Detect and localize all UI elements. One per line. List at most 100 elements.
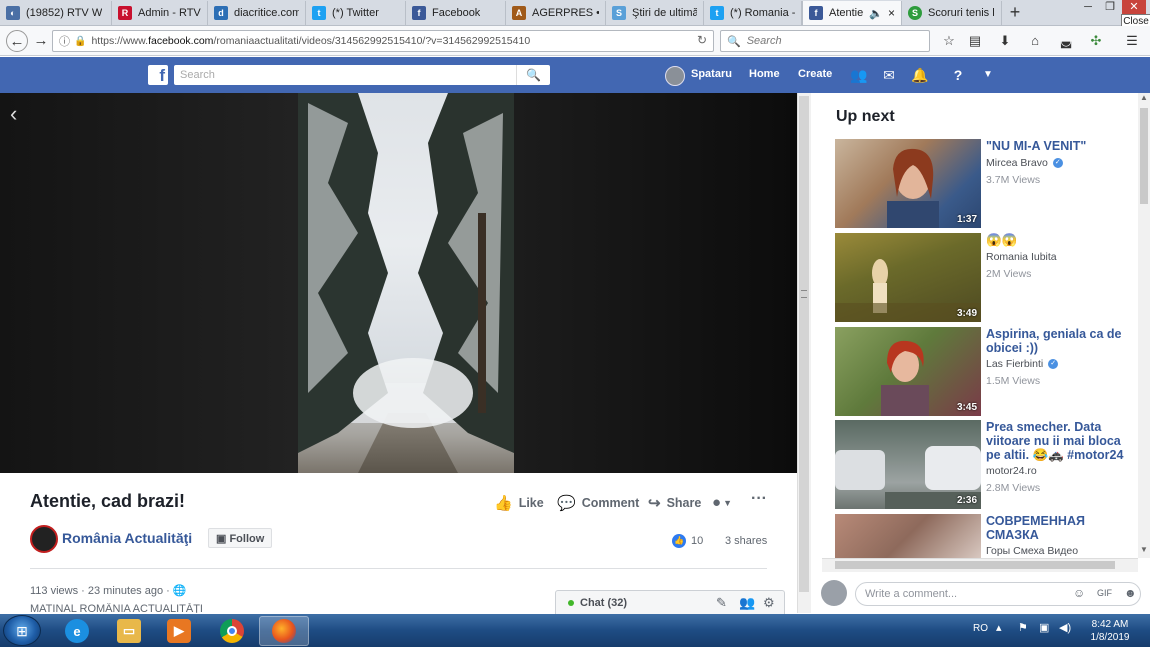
url-bar[interactable]: ⓘ 🔒 https://www.facebook.com/romaniaactu… xyxy=(52,30,714,52)
close-tab-icon[interactable]: × xyxy=(888,6,895,20)
tab-twitter-romania[interactable]: t (*) Romania - xyxy=(704,1,802,25)
monitor-icon[interactable]: ▣ xyxy=(1039,621,1049,634)
video-player[interactable]: ‹ xyxy=(0,93,797,473)
scroll-down-icon[interactable]: ▼ xyxy=(1140,545,1148,554)
tab-atentie-active[interactable]: f Atentie 🔈 × xyxy=(802,1,902,25)
speaker-icon[interactable]: 🔈 xyxy=(869,7,883,20)
up-next-item[interactable]: 1:37 "NU MI-A VENIT" Mircea Bravo ✓ 3.7M … xyxy=(835,139,1130,228)
tab-facebook[interactable]: f Facebook xyxy=(406,1,506,25)
chevron-down-icon[interactable]: ▼ xyxy=(978,66,998,84)
messenger-icon[interactable]: ✉ xyxy=(879,66,899,84)
facebook-logo[interactable]: f xyxy=(148,65,168,85)
internet-explorer-icon[interactable]: e xyxy=(52,616,102,646)
video-title-link[interactable]: Aspirina, geniala ca de obicei :)) xyxy=(986,327,1126,355)
video-frame[interactable] xyxy=(298,93,514,473)
menu-icon[interactable]: ☰ xyxy=(1122,32,1142,50)
media-player-icon[interactable]: ▶ xyxy=(154,616,204,646)
chrome-icon[interactable] xyxy=(207,616,257,646)
new-tab-button[interactable]: + xyxy=(1006,2,1024,22)
post-as-selector[interactable]: ● ▼ xyxy=(712,494,732,511)
home-icon[interactable]: ⌂ xyxy=(1025,32,1045,50)
firefox-icon[interactable] xyxy=(259,616,309,646)
video-author[interactable]: Las Fierbinti ✓ xyxy=(986,358,1059,370)
video-thumbnail[interactable]: 1:37 xyxy=(835,139,981,228)
tab-agerpres[interactable]: A AGERPRES • A xyxy=(506,1,606,25)
tab-diacritice[interactable]: d diacritice.com xyxy=(208,1,306,25)
up-next-item[interactable]: 3:49 😱😱 Romania Iubita 2M Views xyxy=(835,233,1130,322)
emoji-icon[interactable]: ☺ xyxy=(1073,586,1085,600)
home-link[interactable]: Home xyxy=(749,68,780,80)
more-options-icon[interactable]: ··· xyxy=(751,490,767,508)
volume-icon[interactable]: ◀) xyxy=(1059,621,1071,634)
up-next-item[interactable]: 2:36 Prea smecher. Data viitoare nu ii m… xyxy=(835,420,1130,509)
scrollbar-thumb[interactable] xyxy=(799,96,809,592)
forward-icon[interactable]: → xyxy=(30,30,52,52)
news-icon: S xyxy=(612,6,626,20)
tab-stiri[interactable]: S Ştiri de ultimă xyxy=(606,1,704,25)
minimize-icon[interactable]: ─ xyxy=(1076,0,1100,16)
maximize-icon[interactable]: ❐ xyxy=(1098,0,1122,16)
back-icon[interactable]: ← xyxy=(6,30,28,52)
like-button[interactable]: 👍 Like xyxy=(494,494,544,512)
settings-icon[interactable]: ⚙ xyxy=(763,595,775,611)
share-button[interactable]: ↪ Share xyxy=(648,494,701,512)
video-title-link[interactable]: Prea smecher. Data viitoare nu ii mai bl… xyxy=(986,420,1126,462)
pocket-icon[interactable]: ◛ xyxy=(1056,32,1076,50)
video-author[interactable]: motor24.ro xyxy=(986,465,1037,477)
page-avatar[interactable] xyxy=(30,525,58,553)
flag-icon[interactable]: ⚑ xyxy=(1018,621,1028,634)
up-next-item[interactable]: СОВРЕМЕННАЯ СМАЗКА Горы Смеха Видео xyxy=(835,514,1130,558)
scroll-up-icon[interactable]: ▲ xyxy=(1140,93,1148,102)
info-icon[interactable]: ⓘ xyxy=(59,33,70,49)
chevron-left-icon[interactable]: ‹ xyxy=(10,101,17,127)
tab-rtv[interactable]: ◐ (19852) RTV W xyxy=(0,1,112,25)
fb-search-input[interactable]: Search xyxy=(174,65,550,85)
help-icon[interactable]: ? xyxy=(948,66,968,84)
extension-icon[interactable]: ✣ xyxy=(1086,32,1106,50)
chat-bar[interactable]: Chat (32) ✎ 👥 ⚙ xyxy=(555,590,785,615)
shares-count[interactable]: 3 shares xyxy=(725,535,767,547)
reload-icon[interactable]: ↻ xyxy=(697,33,707,47)
up-next-item[interactable]: 3:45 Aspirina, geniala ca de obicei :)) … xyxy=(835,327,1130,416)
tab-admin-rtv[interactable]: R Admin - RTV xyxy=(112,1,208,25)
comment-button[interactable]: 💬 Comment xyxy=(557,494,639,512)
avatar[interactable] xyxy=(665,66,685,86)
new-message-icon[interactable]: ✎ xyxy=(716,595,727,611)
page-name-link[interactable]: România Actualităţi xyxy=(62,530,192,546)
group-chat-icon[interactable]: 👥 xyxy=(739,595,755,611)
star-icon[interactable]: ☆ xyxy=(939,32,959,50)
language-indicator[interactable]: RO xyxy=(973,623,988,634)
video-thumbnail[interactable] xyxy=(835,514,981,558)
video-title-link[interactable]: "NU MI-A VENIT" xyxy=(986,139,1126,153)
windows-start-icon[interactable]: ⊞ xyxy=(3,615,41,646)
video-thumbnail[interactable]: 3:49 xyxy=(835,233,981,322)
gif-icon[interactable]: GIF xyxy=(1097,588,1112,598)
video-author[interactable]: Mircea Bravo ✓ xyxy=(986,157,1063,169)
tray-expand-icon[interactable]: ▴ xyxy=(996,621,1002,634)
friend-requests-icon[interactable]: 👥 xyxy=(849,66,869,84)
sticker-icon[interactable]: ☻ xyxy=(1124,586,1137,600)
video-title-link[interactable]: 😱😱 xyxy=(986,233,1126,247)
tab-twitter[interactable]: t (*) Twitter xyxy=(306,1,406,25)
scrollbar-thumb[interactable] xyxy=(1140,108,1148,204)
video-thumbnail[interactable]: 3:45 xyxy=(835,327,981,416)
reading-list-icon[interactable]: ▤ xyxy=(965,32,985,50)
browser-search-input[interactable]: 🔍 Search xyxy=(720,30,930,52)
tab-scoruri-tenis[interactable]: S Scoruri tenis l xyxy=(902,1,1002,25)
notifications-icon[interactable]: 🔔 xyxy=(910,66,930,84)
scrollbar-thumb[interactable] xyxy=(835,561,1115,569)
like-count[interactable]: 👍 10 xyxy=(672,534,703,548)
profile-link[interactable]: Spataru xyxy=(691,68,732,80)
download-icon[interactable]: ⬇ xyxy=(995,32,1015,50)
video-author[interactable]: Romania Iubita xyxy=(986,251,1057,263)
video-title-link[interactable]: СОВРЕМЕННАЯ СМАЗКА xyxy=(986,514,1126,542)
clock[interactable]: 8:42 AM 1/8/2019 xyxy=(1085,618,1135,644)
create-link[interactable]: Create xyxy=(798,68,832,80)
search-icon[interactable]: 🔍 xyxy=(516,65,550,85)
file-explorer-icon[interactable]: ▭ xyxy=(104,616,154,646)
globe-icon: 🌐 xyxy=(172,585,187,597)
follow-button[interactable]: ▣ Follow xyxy=(208,528,273,548)
video-thumbnail[interactable]: 2:36 xyxy=(835,420,981,509)
facebook-header: f Search 🔍 Spataru Home Create 👥 ✉ 🔔 ? ▼ xyxy=(0,57,1150,93)
video-author[interactable]: Горы Смеха Видео xyxy=(986,545,1078,557)
